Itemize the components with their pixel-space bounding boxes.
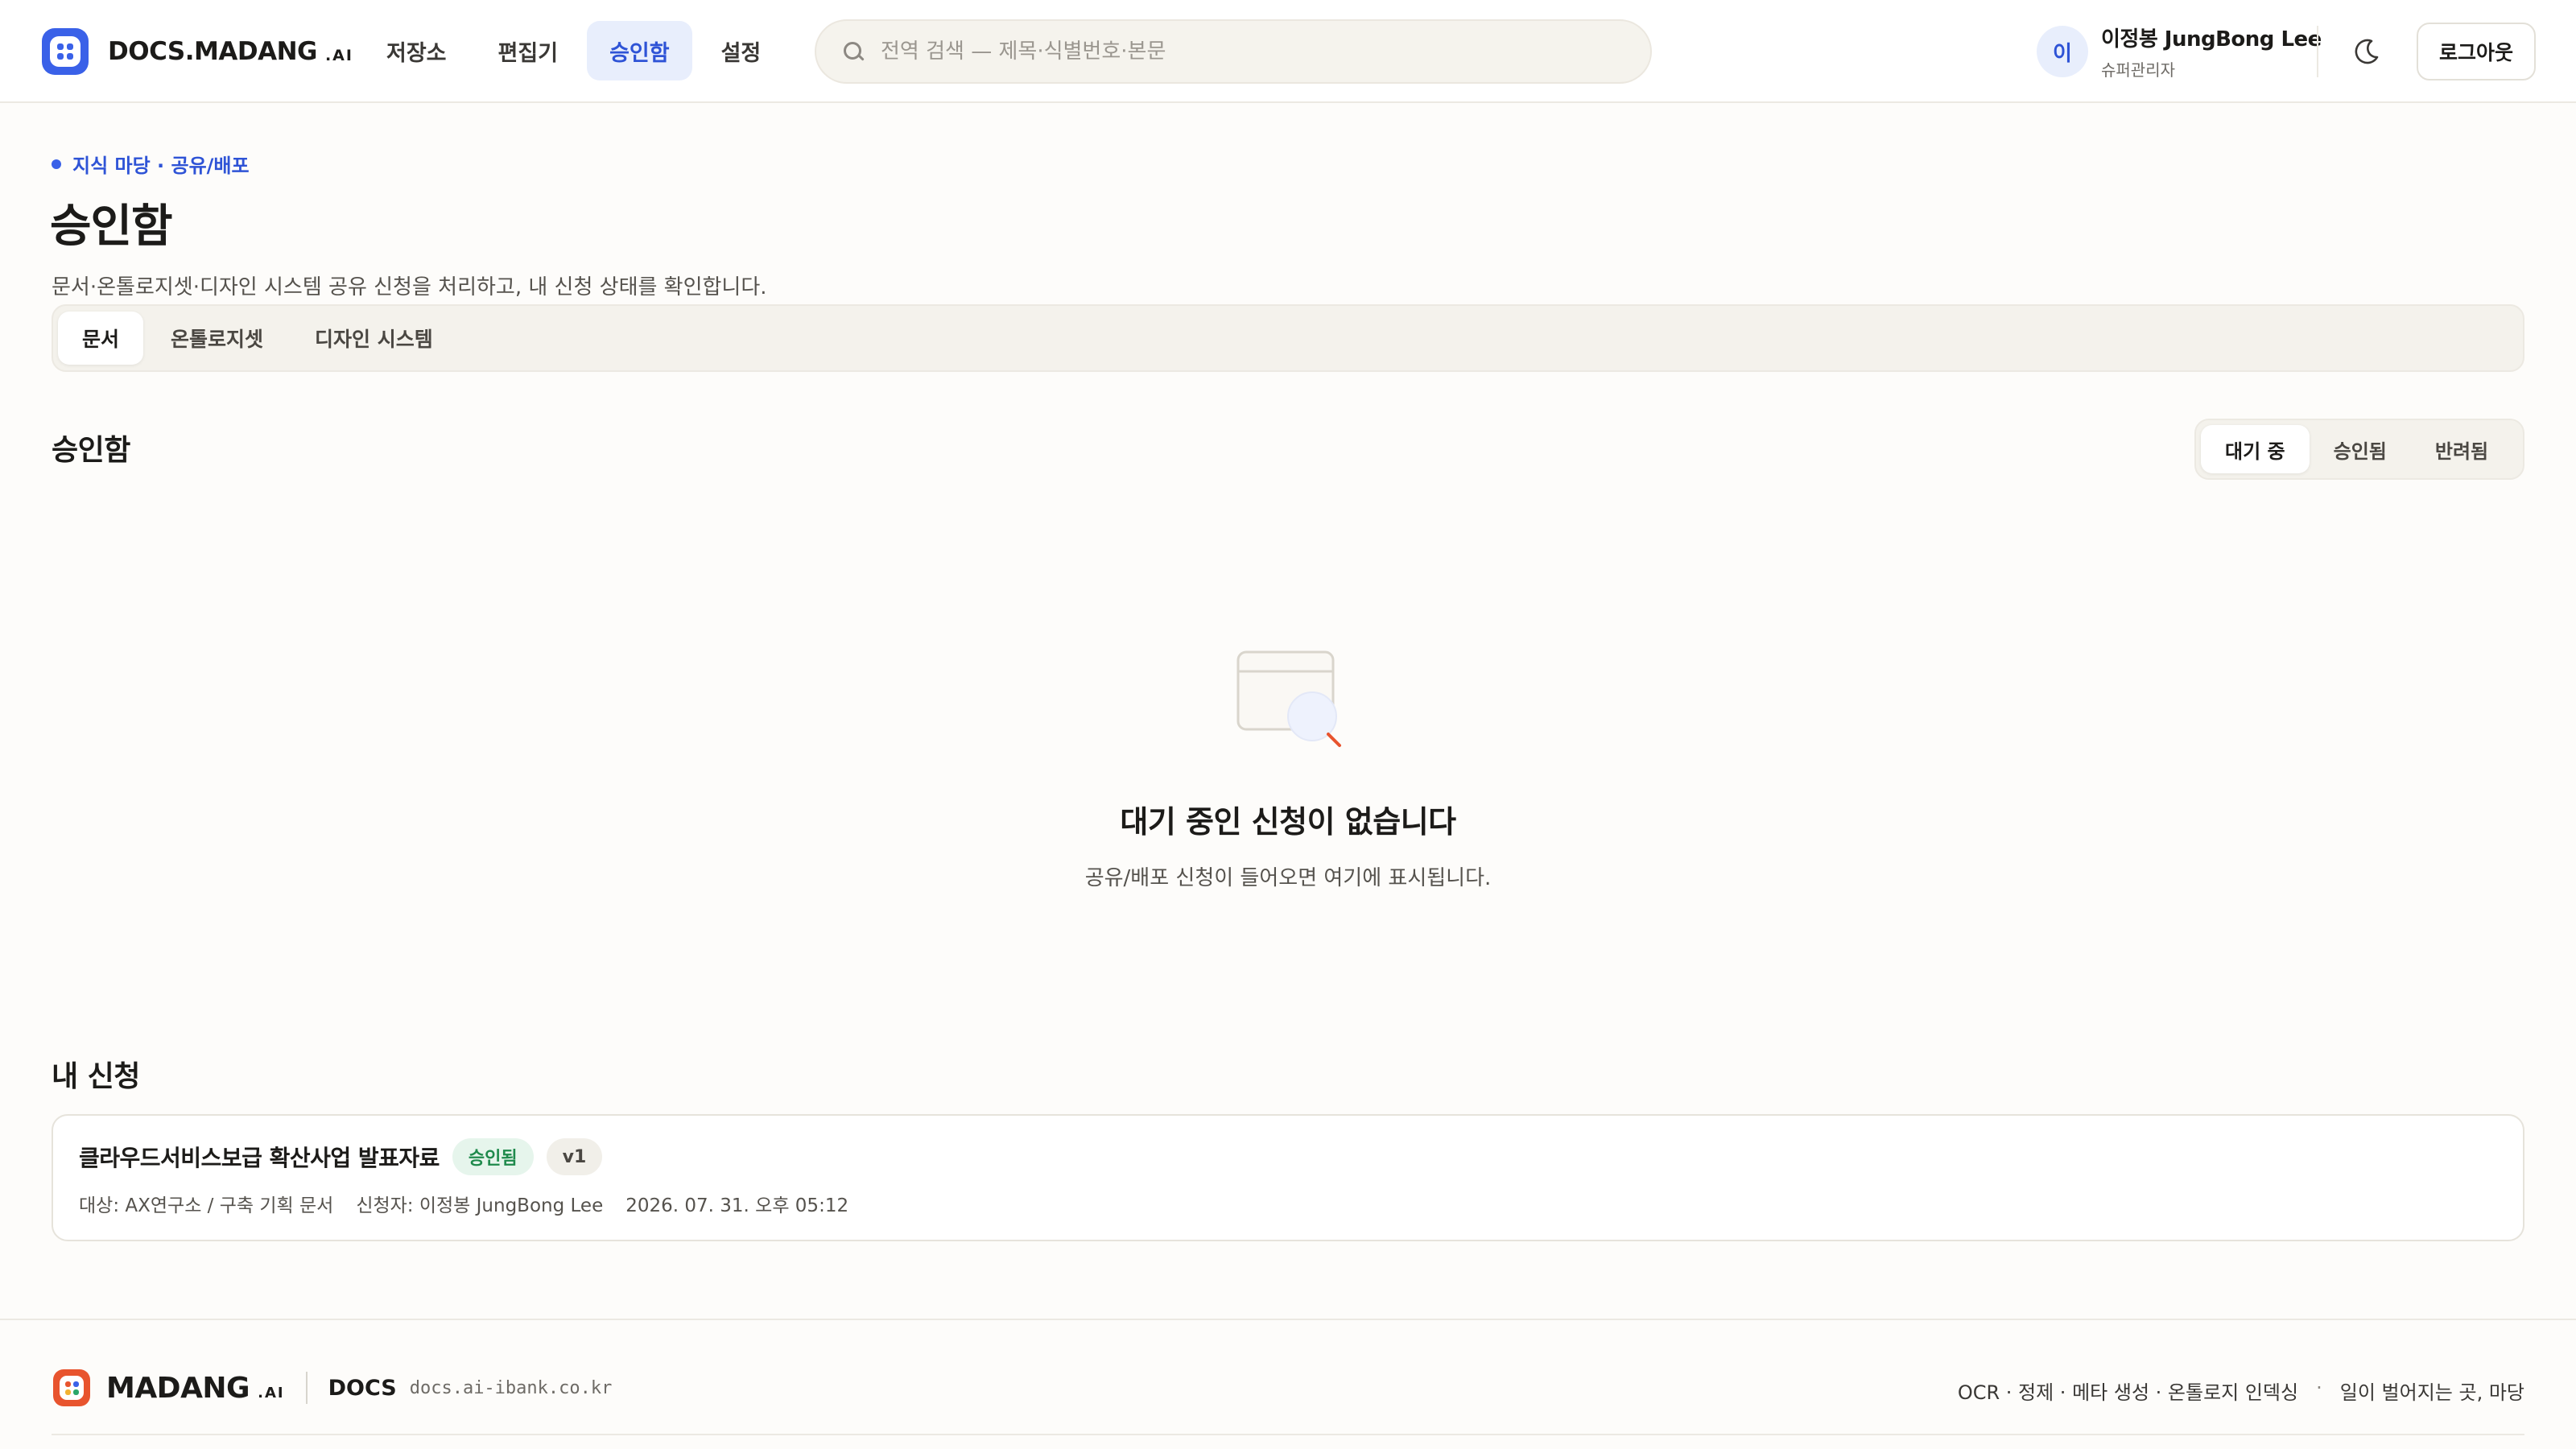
- brand[interactable]: DOCS.MADANG .AI: [42, 27, 353, 76]
- brand-name: DOCS.MADANG: [108, 37, 317, 66]
- footer-brand-suffix: .AI: [258, 1384, 285, 1402]
- top-header: DOCS.MADANG .AI 저장소 편집기 승인함 설정 이 이정봉 Jun…: [0, 0, 2576, 103]
- status-filter: 대기 중 승인됨 반려됨: [2194, 419, 2524, 480]
- nav-item-approvals[interactable]: 승인함: [587, 21, 692, 80]
- footer-features: OCR · 정제 · 메타 생성 · 온톨로지 인덱싱: [1957, 1381, 2299, 1404]
- request-name: 클라우드서비스보급 확산사업 발표자료: [79, 1145, 440, 1171]
- empty-state-search-icon: [1236, 650, 1341, 747]
- footer-brand-name: MADANG: [106, 1371, 250, 1405]
- main-nav: 저장소 편집기 승인함 설정: [364, 21, 790, 80]
- nav-item-editor[interactable]: 편집기: [476, 21, 581, 80]
- global-search[interactable]: [815, 19, 1652, 84]
- tab-ontology-sets[interactable]: 온톨로지셋: [147, 312, 287, 365]
- moon-icon[interactable]: [2351, 35, 2383, 68]
- status-badge: 승인됨: [452, 1138, 534, 1175]
- approval-box-title: 승인함: [52, 434, 130, 467]
- request-target: 대상: AX연구소 / 구축 기획 문서: [79, 1195, 334, 1216]
- footer-divider: [305, 1372, 308, 1404]
- user-role: 슈퍼관리자: [2101, 60, 2175, 80]
- header-divider: [2317, 26, 2318, 77]
- filter-approved[interactable]: 승인됨: [2310, 425, 2411, 473]
- nav-item-repository[interactable]: 저장소: [364, 21, 469, 80]
- brand-suffix: .AI: [324, 47, 353, 64]
- content-type-tabs: 문서 온톨로지셋 디자인 시스템: [52, 304, 2524, 372]
- search-icon: [842, 40, 865, 63]
- page-description: 문서·온톨로지셋·디자인 시스템 공유 신청을 처리하고, 내 신청 상태를 확…: [52, 275, 767, 299]
- empty-state-description: 공유/배포 신청이 들어오면 여기에 표시됩니다.: [1084, 866, 1492, 890]
- my-requests-title: 내 신청: [52, 1060, 140, 1093]
- request-requester: 신청자: 이정봉 JungBong Lee: [356, 1195, 604, 1216]
- footer-separator: ·: [2316, 1377, 2322, 1399]
- footer-bottom-line: [52, 1434, 2524, 1435]
- brand-logo-icon: [42, 28, 89, 75]
- empty-state-title: 대기 중인 신청이 없습니다: [1120, 804, 1456, 840]
- footer-product: DOCS: [328, 1375, 397, 1401]
- page-title: 승인함: [50, 200, 173, 253]
- filter-rejected[interactable]: 반려됨: [2411, 425, 2512, 473]
- footer-logo-icon: [53, 1369, 90, 1406]
- filter-pending[interactable]: 대기 중: [2201, 425, 2310, 473]
- logout-button[interactable]: 로그아웃: [2417, 23, 2536, 80]
- request-date: 2026. 07. 31. 오후 05:12: [625, 1195, 849, 1216]
- user-name: 이정봉 JungBong Lee: [2101, 27, 2322, 52]
- footer: MADANG .AI DOCS docs.ai-ibank.co.kr OCR …: [0, 1319, 2576, 1449]
- footer-url[interactable]: docs.ai-ibank.co.kr: [410, 1378, 613, 1398]
- user-profile[interactable]: 이 이정봉 JungBong Lee 슈퍼관리자: [2037, 23, 2322, 80]
- tab-documents[interactable]: 문서: [58, 312, 144, 365]
- request-card[interactable]: 클라우드서비스보급 확산사업 발표자료 승인됨 v1 대상: AX연구소 / 구…: [52, 1114, 2524, 1241]
- avatar: 이: [2037, 26, 2088, 77]
- version-badge: v1: [546, 1138, 603, 1175]
- search-input[interactable]: [881, 39, 1637, 64]
- breadcrumb: 지식 마당 · 공유/배포: [52, 150, 250, 178]
- footer-tagline: 일이 벌어지는 곳, 마당: [2339, 1381, 2524, 1404]
- breadcrumb-dot-icon: [52, 159, 61, 169]
- breadcrumb-text: 지식 마당 · 공유/배포: [72, 155, 250, 177]
- tab-design-system[interactable]: 디자인 시스템: [291, 312, 457, 365]
- nav-item-settings[interactable]: 설정: [699, 21, 784, 80]
